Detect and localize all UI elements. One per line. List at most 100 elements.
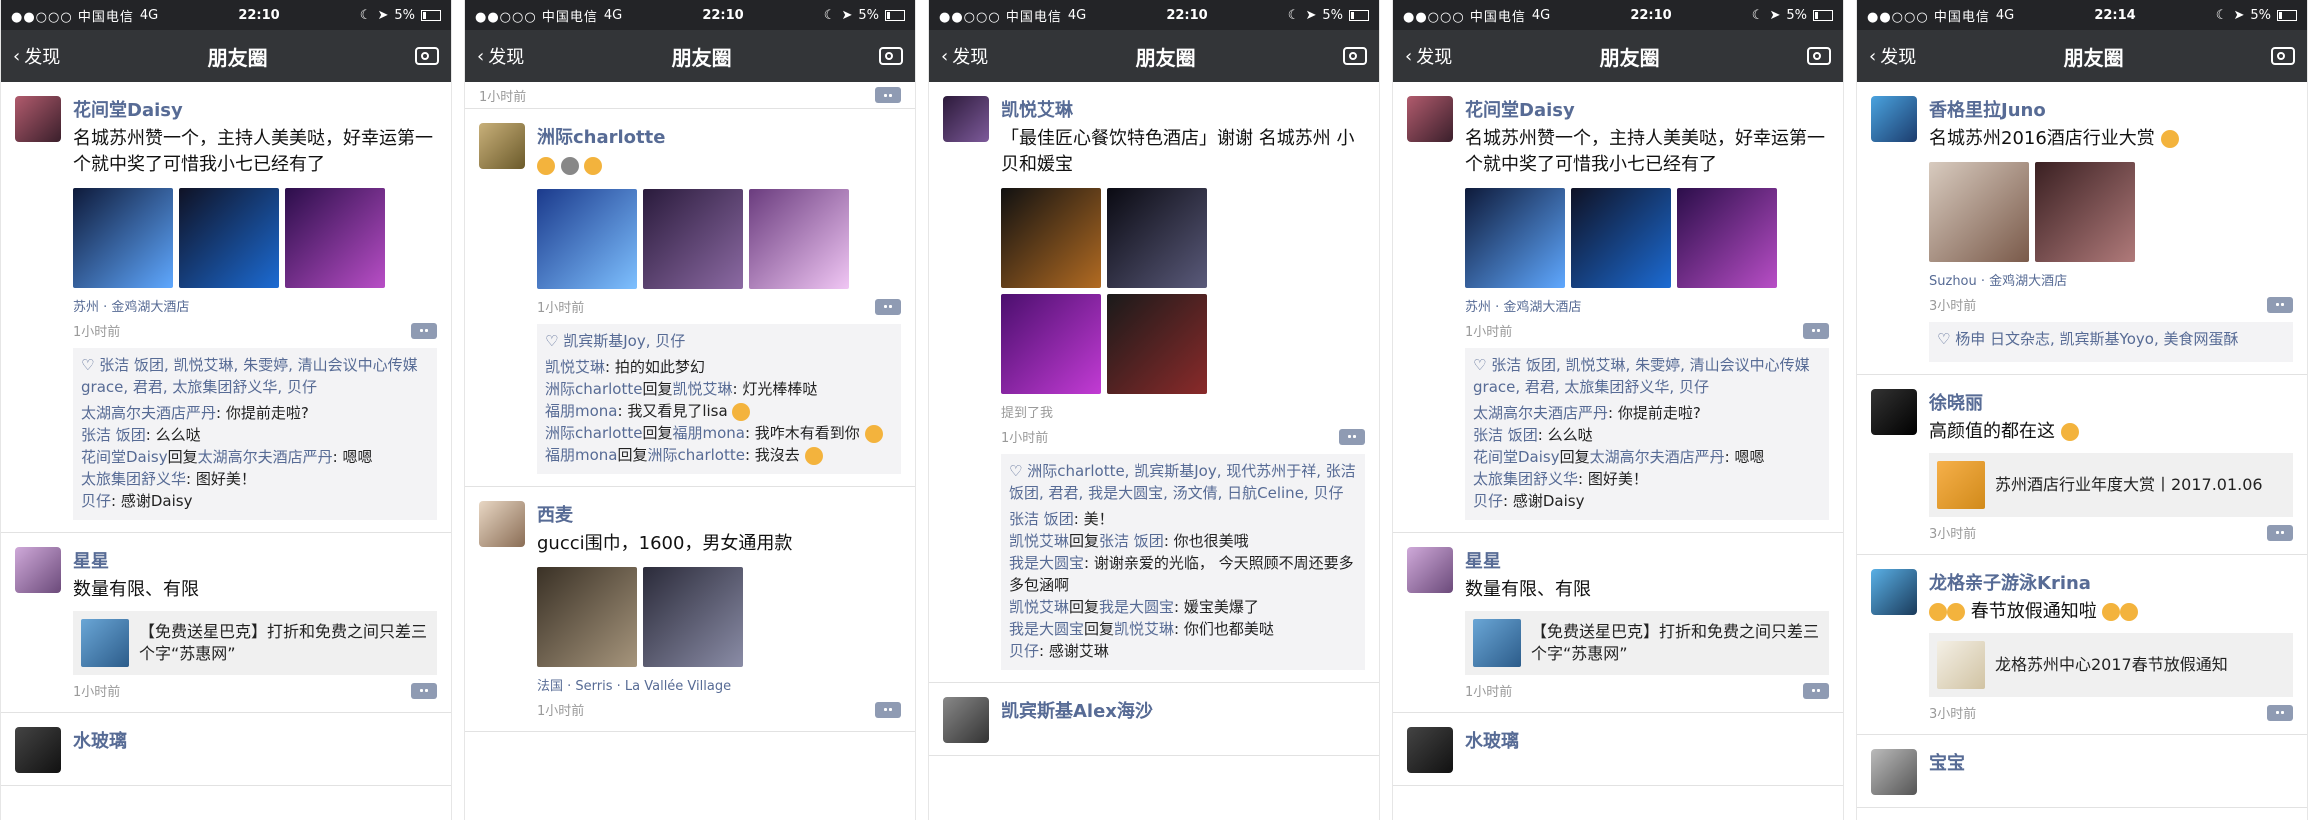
- comment-item[interactable]: 张洁 饭团: 么么哒: [1473, 424, 1821, 446]
- comment-item[interactable]: 我是大圆宝回复凯悦艾琳: 你们也都美哒: [1009, 618, 1357, 640]
- comment-item[interactable]: 洲际charlotte回复福朋mona: 我咋木有看到你: [545, 422, 893, 444]
- comment-item[interactable]: 凯悦艾琳回复我是大圆宝: 媛宝美爆了: [1009, 596, 1357, 618]
- comment-menu-button[interactable]: [875, 87, 901, 103]
- comment-item[interactable]: 洲际charlotte回复凯悦艾琳: 灯光棒棒哒: [545, 378, 893, 400]
- comment-item[interactable]: 凯悦艾琳: 拍的如此梦幻: [545, 356, 893, 378]
- comment-menu-button[interactable]: [1803, 322, 1829, 339]
- avatar[interactable]: [1407, 727, 1453, 773]
- link-card[interactable]: 【免费送星巴克】打折和免费之间只差三个字“苏惠网”: [1465, 611, 1829, 675]
- battery-icon: [1812, 9, 1833, 21]
- post-author[interactable]: 凯悦艾琳: [1001, 96, 1365, 122]
- camera-icon[interactable]: [2270, 47, 2295, 65]
- avatar[interactable]: [1871, 749, 1917, 795]
- post-image[interactable]: [1001, 188, 1101, 288]
- comment-item[interactable]: 花间堂Daisy回复太湖高尔夫酒店严丹: 嗯嗯: [81, 446, 429, 468]
- avatar[interactable]: [1871, 96, 1917, 142]
- comment-menu-button[interactable]: [2267, 704, 2293, 721]
- battery-percent: 5%: [2250, 7, 2271, 23]
- post-image[interactable]: [537, 567, 637, 667]
- post-image[interactable]: [179, 188, 279, 288]
- post-author[interactable]: 西麦: [537, 501, 901, 527]
- post-author[interactable]: 香格里拉Juno: [1929, 96, 2293, 122]
- link-card[interactable]: 苏州酒店行业年度大赏丨2017.01.06: [1929, 453, 2293, 517]
- avatar[interactable]: [479, 501, 525, 547]
- post-image[interactable]: [1465, 188, 1565, 288]
- avatar[interactable]: [15, 547, 61, 593]
- back-button[interactable]: ‹ 发现: [1869, 43, 1916, 69]
- post-author[interactable]: 花间堂Daisy: [73, 96, 437, 122]
- camera-icon[interactable]: [1342, 47, 1367, 65]
- post-author[interactable]: 水玻璃: [73, 727, 437, 753]
- camera-icon[interactable]: [414, 47, 439, 65]
- comment-menu-button[interactable]: [411, 682, 437, 699]
- post-author[interactable]: 龙格亲子游泳Krina: [1929, 569, 2293, 595]
- comment-item[interactable]: 福朋mona回复洲际charlotte: 我沒去: [545, 444, 893, 466]
- clock-label: 22:10: [1630, 7, 1672, 23]
- post-image[interactable]: [1677, 188, 1777, 288]
- post-author[interactable]: 凯宾斯基Alex海沙: [1001, 697, 1365, 723]
- comment-item[interactable]: 贝仔: 感谢艾琳: [1009, 640, 1357, 662]
- post-author[interactable]: 洲际charlotte: [537, 123, 901, 149]
- post-image[interactable]: [643, 567, 743, 667]
- comment-item[interactable]: 太旅集团舒义华: 图好美！: [1473, 468, 1821, 490]
- battery-icon: [884, 9, 905, 21]
- avatar[interactable]: [943, 96, 989, 142]
- post-image[interactable]: [285, 188, 385, 288]
- avatar[interactable]: [1407, 547, 1453, 593]
- comment-menu-button[interactable]: [2267, 524, 2293, 541]
- comment-item[interactable]: 福朋mona: 我又看見了lisa: [545, 400, 893, 422]
- link-card[interactable]: 【免费送星巴克】打折和免费之间只差三个字“苏惠网”: [73, 611, 437, 675]
- back-button[interactable]: ‹ 发现: [941, 43, 988, 69]
- post-location[interactable]: 苏州 · 金鸡湖大酒店: [1465, 296, 1829, 315]
- back-button[interactable]: ‹ 发现: [13, 43, 60, 69]
- post-author[interactable]: 星星: [73, 547, 437, 573]
- post-image[interactable]: [643, 189, 743, 289]
- comment-menu-button[interactable]: [1803, 682, 1829, 699]
- avatar[interactable]: [943, 697, 989, 743]
- back-button[interactable]: ‹ 发现: [1405, 43, 1452, 69]
- post-image[interactable]: [1107, 294, 1207, 394]
- comment-item[interactable]: 贝仔: 感谢Daisy: [1473, 490, 1821, 512]
- comment-menu-button[interactable]: [875, 298, 901, 315]
- back-button[interactable]: ‹ 发现: [477, 43, 524, 69]
- post-location[interactable]: Suzhou · 金鸡湖大酒店: [1929, 270, 2293, 289]
- avatar[interactable]: [15, 727, 61, 773]
- avatar[interactable]: [1871, 569, 1917, 615]
- comment-item[interactable]: 太旅集团舒义华: 图好美！: [81, 468, 429, 490]
- post-image[interactable]: [1001, 294, 1101, 394]
- post-location[interactable]: 法国 · Serris · La Vallée Village: [537, 675, 901, 694]
- comment-menu-button[interactable]: [411, 322, 437, 339]
- post-author[interactable]: 徐晓丽: [1929, 389, 2293, 415]
- comment-menu-button[interactable]: [1339, 428, 1365, 445]
- post-image[interactable]: [2035, 162, 2135, 262]
- post-image[interactable]: [1107, 188, 1207, 288]
- post-author[interactable]: 花间堂Daisy: [1465, 96, 1829, 122]
- avatar[interactable]: [479, 123, 525, 169]
- post-image[interactable]: [1571, 188, 1671, 288]
- post-image[interactable]: [749, 189, 849, 289]
- moment-post: 水玻璃: [1393, 713, 1843, 786]
- post-author[interactable]: 星星: [1465, 547, 1829, 573]
- comment-item[interactable]: 张洁 饭团: 么么哒: [81, 424, 429, 446]
- avatar[interactable]: [15, 96, 61, 142]
- avatar[interactable]: [1871, 389, 1917, 435]
- camera-icon[interactable]: [1806, 47, 1831, 65]
- post-image[interactable]: [537, 189, 637, 289]
- post-author[interactable]: 宝宝: [1929, 749, 2293, 775]
- comment-item[interactable]: 张洁 饭团: 美！: [1009, 508, 1357, 530]
- comment-item[interactable]: 我是大圆宝: 谢谢亲爱的光临， 今天照顾不周还要多多包涵啊: [1009, 552, 1357, 596]
- post-author[interactable]: 水玻璃: [1465, 727, 1829, 753]
- avatar[interactable]: [1407, 96, 1453, 142]
- post-location[interactable]: 苏州 · 金鸡湖大酒店: [73, 296, 437, 315]
- comment-menu-button[interactable]: [875, 701, 901, 718]
- comment-menu-button[interactable]: [2267, 296, 2293, 313]
- post-image[interactable]: [1929, 162, 2029, 262]
- comment-item[interactable]: 贝仔: 感谢Daisy: [81, 490, 429, 512]
- comment-item[interactable]: 花间堂Daisy回复太湖高尔夫酒店严丹: 嗯嗯: [1473, 446, 1821, 468]
- comment-item[interactable]: 太湖高尔夫酒店严丹: 你提前走啦?: [1473, 402, 1821, 424]
- camera-icon[interactable]: [878, 47, 903, 65]
- comment-item[interactable]: 凯悦艾琳回复张洁 饭团: 你也很美哦: [1009, 530, 1357, 552]
- comment-item[interactable]: 太湖高尔夫酒店严丹: 你提前走啦?: [81, 402, 429, 424]
- post-image[interactable]: [73, 188, 173, 288]
- link-card[interactable]: 龙格苏州中心2017春节放假通知: [1929, 633, 2293, 697]
